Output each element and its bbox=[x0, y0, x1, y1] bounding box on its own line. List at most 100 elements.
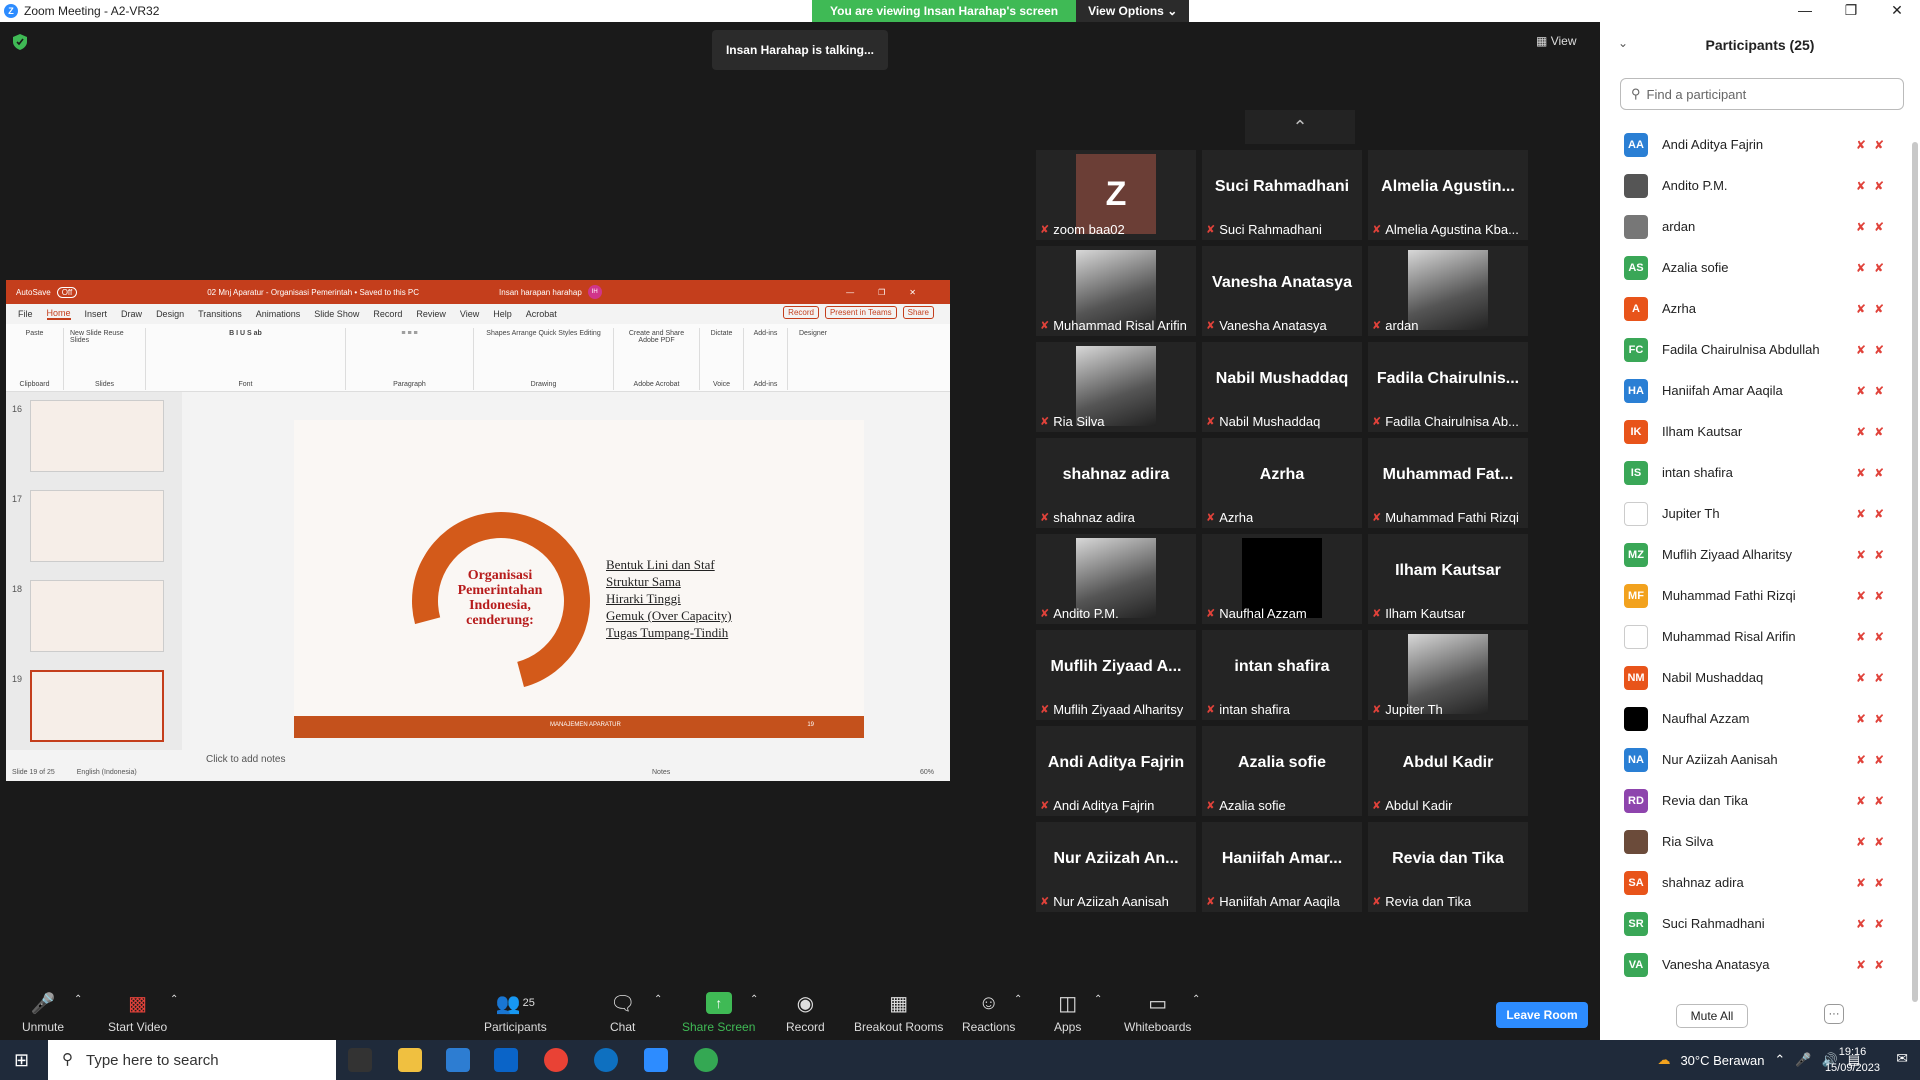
participant-search-input[interactable]: ⚲ Find a participant bbox=[1620, 78, 1904, 110]
chrome-icon[interactable] bbox=[544, 1048, 568, 1072]
video-tile[interactable]: Haniifah Amar... ✘ Haniifah Amar Aaqila bbox=[1202, 822, 1362, 912]
video-tile[interactable]: Vanesha Anatasya ✘ Vanesha Anatasya bbox=[1202, 246, 1362, 336]
participant-row[interactable]: Naufhal Azzam ✘✘ bbox=[1600, 698, 1900, 739]
slide-thumbnail[interactable] bbox=[30, 400, 164, 472]
video-tile[interactable]: Z ✘ zoom baa02 bbox=[1036, 150, 1196, 240]
whiteboards-button[interactable]: ▭ Whiteboards bbox=[1124, 992, 1191, 1035]
unmute-button[interactable]: 🎤 Unmute bbox=[22, 992, 64, 1035]
video-tile[interactable]: Nabil Mushaddaq ✘ Nabil Mushaddaq bbox=[1202, 342, 1362, 432]
video-tile[interactable]: Azalia sofie ✘ Azalia sofie bbox=[1202, 726, 1362, 816]
video-tile[interactable]: Abdul Kadir ✘ Abdul Kadir bbox=[1368, 726, 1528, 816]
collapse-chevron-icon[interactable]: ⌄ bbox=[1618, 36, 1628, 50]
ppt-tab[interactable]: Insert bbox=[85, 309, 108, 319]
slide-thumbnail-selected[interactable] bbox=[30, 670, 164, 742]
participant-row[interactable]: Jupiter Th ✘✘ bbox=[1600, 493, 1900, 534]
video-tile[interactable]: Andi Aditya Fajrin ✘ Andi Aditya Fajrin bbox=[1036, 726, 1196, 816]
ribbon-add-ins[interactable]: Add-ins bbox=[754, 330, 778, 337]
video-tile[interactable]: ✘ Ria Silva bbox=[1036, 342, 1196, 432]
teamviewer-icon[interactable] bbox=[594, 1048, 618, 1072]
ppt-record-button[interactable]: Record bbox=[783, 306, 819, 319]
file-explorer-icon[interactable] bbox=[398, 1048, 422, 1072]
apps-button[interactable]: ◫ Apps bbox=[1054, 992, 1081, 1035]
ppt-tab[interactable]: File bbox=[18, 309, 33, 319]
ribbon-dictate[interactable]: Dictate bbox=[711, 330, 733, 337]
video-tile[interactable]: Almelia Agustin... ✘ Almelia Agustina Kba.… bbox=[1368, 150, 1528, 240]
record-button[interactable]: ◉ Record bbox=[786, 992, 825, 1035]
ppt-tab[interactable]: Slide Show bbox=[314, 309, 359, 319]
share-caret-icon[interactable]: ⌃ bbox=[750, 994, 758, 1005]
video-tile[interactable]: Fadila Chairulnis... ✘ Fadila Chairulnisa … bbox=[1368, 342, 1528, 432]
gallery-up-button[interactable]: ⌃ bbox=[1245, 110, 1355, 144]
participant-row[interactable]: VA Vanesha Anatasya ✘✘ bbox=[1600, 944, 1900, 985]
share-screen-button[interactable]: ↑ Share Screen bbox=[682, 992, 755, 1034]
video-tile[interactable]: ✘ ardan bbox=[1368, 246, 1528, 336]
chat-button[interactable]: 🗨 Chat bbox=[610, 992, 635, 1035]
participant-row[interactable]: RD Revia dan Tika ✘✘ bbox=[1600, 780, 1900, 821]
windows-start-icon[interactable]: ⊞ bbox=[14, 1050, 29, 1071]
ppt-tab[interactable]: Review bbox=[416, 309, 446, 319]
ppt-tab[interactable]: Draw bbox=[121, 309, 142, 319]
start-video-button[interactable]: ▩ Start Video bbox=[108, 992, 167, 1035]
participant-row[interactable]: AS Azalia sofie ✘✘ bbox=[1600, 247, 1900, 288]
video-options-caret-icon[interactable]: ⌃ bbox=[170, 994, 178, 1005]
task-view-icon[interactable] bbox=[348, 1048, 372, 1072]
breakout-rooms-button[interactable]: ▦ Breakout Rooms bbox=[854, 992, 943, 1035]
participant-row[interactable]: SR Suci Rahmadhani ✘✘ bbox=[1600, 903, 1900, 944]
ribbon-quick-styles[interactable]: Quick Styles bbox=[538, 330, 577, 337]
ppt-tab[interactable]: Animations bbox=[256, 309, 301, 319]
ppt-tab[interactable]: Acrobat bbox=[526, 309, 557, 319]
view-options-button[interactable]: View Options ⌄ bbox=[1076, 0, 1190, 22]
participant-row[interactable]: HA Haniifah Amar Aaqila ✘✘ bbox=[1600, 370, 1900, 411]
restore-button[interactable]: ❐ bbox=[1828, 0, 1874, 22]
chat-caret-icon[interactable]: ⌃ bbox=[654, 994, 662, 1005]
more-options-button[interactable]: ··· bbox=[1824, 1004, 1844, 1024]
ribbon-paste[interactable]: Paste bbox=[26, 330, 44, 337]
taskbar-clock[interactable]: 19:16 15/09/2023 bbox=[1825, 1044, 1880, 1076]
mail-icon[interactable] bbox=[494, 1048, 518, 1072]
audio-options-caret-icon[interactable]: ⌃ bbox=[74, 994, 82, 1005]
status-notes-button[interactable]: Notes bbox=[652, 769, 670, 776]
leave-room-button[interactable]: Leave Room bbox=[1496, 1002, 1588, 1028]
participant-row[interactable]: SA shahnaz adira ✘✘ bbox=[1600, 862, 1900, 903]
participant-row[interactable]: MZ Muflih Ziyaad Alharitsy ✘✘ bbox=[1600, 534, 1900, 575]
participant-row[interactable]: NA Nur Aziizah Aanisah ✘✘ bbox=[1600, 739, 1900, 780]
ribbon-shapes[interactable]: Shapes bbox=[486, 330, 510, 337]
video-tile[interactable]: Suci Rahmadhani ✘ Suci Rahmadhani bbox=[1202, 150, 1362, 240]
taskbar-search-input[interactable]: ⚲ Type here to search bbox=[48, 1040, 336, 1080]
view-button[interactable]: ▦ View bbox=[1536, 34, 1576, 48]
participant-row[interactable]: NM Nabil Mushaddaq ✘✘ bbox=[1600, 657, 1900, 698]
video-tile[interactable]: Nur Aziizah An... ✘ Nur Aziizah Aanisah bbox=[1036, 822, 1196, 912]
participant-row[interactable]: Muhammad Risal Arifin ✘✘ bbox=[1600, 616, 1900, 657]
participant-row[interactable]: IK Ilham Kautsar ✘✘ bbox=[1600, 411, 1900, 452]
zoom-icon[interactable] bbox=[644, 1048, 668, 1072]
minimize-button[interactable]: — bbox=[1782, 0, 1828, 22]
ribbon-new-slide[interactable]: New Slide bbox=[70, 330, 102, 337]
video-tile[interactable]: ✘ Jupiter Th bbox=[1368, 630, 1528, 720]
video-tile[interactable]: Revia dan Tika ✘ Revia dan Tika bbox=[1368, 822, 1528, 912]
notes-area[interactable]: Click to add notes bbox=[206, 754, 286, 765]
ribbon-designer[interactable]: Designer bbox=[799, 330, 827, 337]
video-tile[interactable]: ✘ Andito P.M. bbox=[1036, 534, 1196, 624]
ppt-tab[interactable]: Home bbox=[46, 308, 71, 320]
participant-row[interactable]: IS intan shafira ✘✘ bbox=[1600, 452, 1900, 493]
ribbon-arrange[interactable]: Arrange bbox=[512, 330, 537, 337]
reactions-caret-icon[interactable]: ⌃ bbox=[1014, 994, 1022, 1005]
ppt-tab[interactable]: Record bbox=[373, 309, 402, 319]
weather-text[interactable]: 30°C Berawan bbox=[1680, 1053, 1764, 1068]
panel-scrollbar[interactable] bbox=[1912, 142, 1918, 1002]
font-format-icons[interactable]: B I U S ab bbox=[229, 330, 262, 337]
ppt-present-teams-button[interactable]: Present in Teams bbox=[824, 306, 897, 319]
participant-row[interactable]: FC Fadila Chairulnisa Abdullah ✘✘ bbox=[1600, 329, 1900, 370]
video-tile[interactable]: intan shafira ✘ intan shafira bbox=[1202, 630, 1362, 720]
shield-icon[interactable] bbox=[13, 34, 27, 50]
close-button[interactable]: ✕ bbox=[1874, 0, 1920, 22]
slide-thumbnail[interactable] bbox=[30, 490, 164, 562]
participant-row[interactable]: Ria Silva ✘✘ bbox=[1600, 821, 1900, 862]
video-tile[interactable]: Muflih Ziyaad A... ✘ Muflih Ziyaad Alharit… bbox=[1036, 630, 1196, 720]
autosave-toggle[interactable]: Off bbox=[56, 286, 78, 298]
video-tile[interactable]: ✘ Naufhal Azzam bbox=[1202, 534, 1362, 624]
mic-icon[interactable]: 🎤 bbox=[1795, 1052, 1811, 1068]
video-tile[interactable]: Ilham Kautsar ✘ Ilham Kautsar bbox=[1368, 534, 1528, 624]
video-tile[interactable]: Azrha ✘ Azrha bbox=[1202, 438, 1362, 528]
notification-icon[interactable]: ✉ bbox=[1896, 1050, 1908, 1067]
